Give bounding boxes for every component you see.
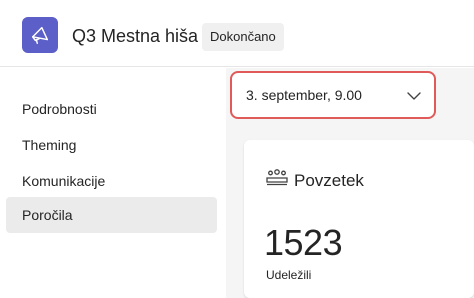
people-group-icon	[266, 169, 288, 186]
main-content: 3. september, 9.00 Povzetek 1523 Udeleži…	[226, 68, 474, 298]
sidebar-item-theming[interactable]: Theming	[6, 127, 217, 163]
attended-label: Udeležili	[266, 268, 312, 282]
date-select[interactable]: 3. september, 9.00	[230, 71, 436, 119]
sidebar: Podrobnosti Theming Komunikacije Poročil…	[0, 68, 225, 298]
date-select-value: 3. september, 9.00	[246, 87, 362, 103]
summary-card: Povzetek 1523 Udeležili	[244, 140, 474, 298]
page-title: Q3 Mestna hiša	[72, 26, 199, 46]
status-badge: Dokončano	[202, 23, 284, 51]
sidebar-item-podrobnosti[interactable]: Podrobnosti	[6, 91, 217, 127]
summary-title: Povzetek	[294, 171, 364, 190]
megaphone-icon	[22, 17, 58, 53]
sidebar-item-porocila[interactable]: Poročila	[6, 197, 217, 233]
attended-count: 1523	[264, 222, 343, 263]
chevron-down-icon	[407, 92, 421, 100]
app-header: Q3 Mestna hiša Dokončano	[0, 0, 474, 67]
sidebar-item-komunikacije[interactable]: Komunikacije	[6, 163, 217, 199]
